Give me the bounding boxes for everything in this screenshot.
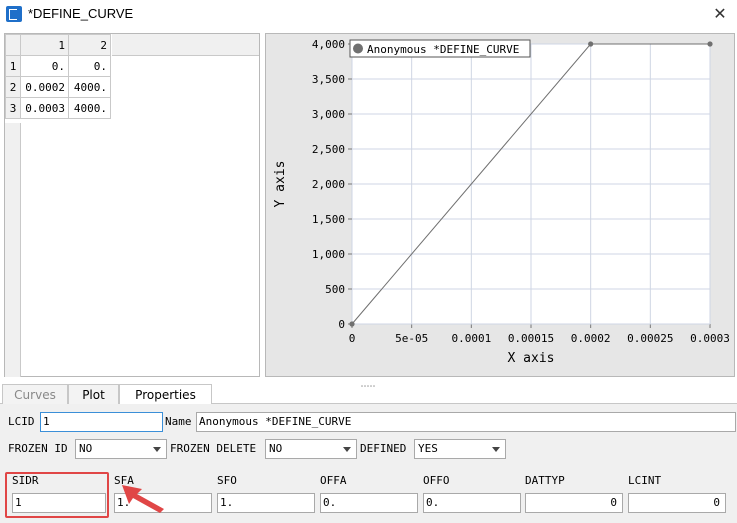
table-row[interactable]: 3 0.0003 4000. (5, 97, 111, 119)
x-tick-label: 0.00015 (508, 332, 554, 345)
dattyp-label: DATTYP (525, 474, 565, 487)
defined-select[interactable]: YES (414, 439, 506, 459)
y-tick-label: 1,000 (312, 248, 345, 261)
frozen-delete-select[interactable]: NO (265, 439, 357, 459)
data-point (588, 41, 594, 47)
x-tick-label: 0.0001 (451, 332, 491, 345)
splitter-handle[interactable] (360, 378, 376, 387)
row-header[interactable]: 3 (5, 97, 21, 119)
table-row[interactable]: 1 0. 0. (5, 55, 111, 77)
name-input[interactable]: Anonymous *DEFINE_CURVE (196, 412, 736, 432)
chevron-down-icon (153, 447, 161, 452)
table-row[interactable]: 2 0.0002 4000. (5, 76, 111, 98)
defined-value: YES (418, 442, 438, 455)
y-tick-label: 3,500 (312, 73, 345, 86)
tab-plot[interactable]: Plot (68, 384, 119, 404)
sfo-label: SFO (217, 474, 237, 487)
y-tick-label: 2,500 (312, 143, 345, 156)
lcint-input[interactable]: 0 (628, 493, 726, 513)
table-cell[interactable]: 0.0002 (20, 76, 69, 98)
tab-curves[interactable]: Curves (2, 384, 68, 404)
y-tick-label: 2,000 (312, 178, 345, 191)
window-title: *DEFINE_CURVE (28, 6, 134, 21)
plot-canvas[interactable]: 0 5e-05 0.0001 0.00015 0.0002 0.00025 0.0003 0 5… (266, 34, 734, 376)
highlight-box (5, 472, 109, 518)
y-tick-label: 500 (325, 283, 345, 296)
offa-label: OFFA (320, 474, 347, 487)
table-rowheader-fill (5, 123, 21, 377)
chevron-down-icon (492, 447, 500, 452)
table-cell[interactable]: 0.0003 (20, 97, 69, 119)
sfo-input[interactable]: 1. (217, 493, 315, 513)
y-axis-label: Y axis (273, 161, 288, 208)
close-button[interactable]: ✕ (709, 3, 731, 25)
x-tick-label: 0.0002 (571, 332, 611, 345)
x-axis-label: X axis (508, 351, 555, 366)
x-tick-label: 0.00025 (627, 332, 673, 345)
frozen-id-value: NO (79, 442, 93, 455)
data-point (707, 41, 713, 47)
x-tick-label: 0 (349, 332, 356, 345)
table-header-fill (112, 34, 259, 56)
row-header[interactable]: 2 (5, 76, 21, 98)
tab-properties[interactable]: Properties (119, 384, 212, 405)
data-point (349, 321, 355, 327)
column-header[interactable]: 2 (68, 34, 111, 56)
x-tick-label: 0.0003 (690, 332, 730, 345)
y-tick-label: 4,000 (312, 38, 345, 51)
lcid-label: LCID (8, 415, 35, 428)
x-tick-label: 5e-05 (395, 332, 428, 345)
frozen-delete-value: NO (269, 442, 283, 455)
title-bar: *DEFINE_CURVE ✕ (0, 0, 737, 28)
curve-plot[interactable]: 0 5e-05 0.0001 0.00015 0.0002 0.00025 0.0003 0 5… (265, 33, 735, 377)
legend-label: Anonymous *DEFINE_CURVE (367, 43, 519, 56)
name-label: Name (165, 415, 192, 428)
table-cell[interactable]: 4000. (68, 76, 111, 98)
column-header[interactable]: 1 (20, 34, 69, 56)
legend-marker (353, 43, 363, 54)
frozen-id-select[interactable]: NO (75, 439, 167, 459)
corner-cell[interactable] (5, 34, 21, 56)
dattyp-input[interactable]: 0 (525, 493, 623, 513)
table-cell[interactable]: 0. (20, 55, 69, 77)
table-cell[interactable]: 4000. (68, 97, 111, 119)
y-tick-label: 0 (338, 318, 345, 331)
lcint-label: LCINT (628, 474, 662, 487)
offo-input[interactable]: 0. (423, 493, 521, 513)
curve-table[interactable]: 1 2 1 0. 0. 2 0.0002 4000. 3 0.0003 4000… (4, 33, 260, 377)
table-cell[interactable]: 0. (68, 55, 111, 77)
lcid-input[interactable]: 1 (40, 412, 163, 432)
annotation-arrow-icon (122, 485, 164, 513)
y-tick-label: 3,000 (312, 108, 345, 121)
offa-input[interactable]: 0. (320, 493, 418, 513)
y-tick-label: 1,500 (312, 213, 345, 226)
chevron-down-icon (343, 447, 351, 452)
curve-table-grid: 1 2 1 0. 0. 2 0.0002 4000. 3 0.0003 4000… (5, 34, 111, 119)
app-icon (6, 6, 22, 22)
row-header[interactable]: 1 (5, 55, 21, 77)
defined-label: DEFINED (360, 442, 407, 455)
frozen-delete-label: FROZEN DELETE (170, 442, 257, 455)
offo-label: OFFO (423, 474, 450, 487)
frozen-id-label: FROZEN ID (8, 442, 68, 455)
